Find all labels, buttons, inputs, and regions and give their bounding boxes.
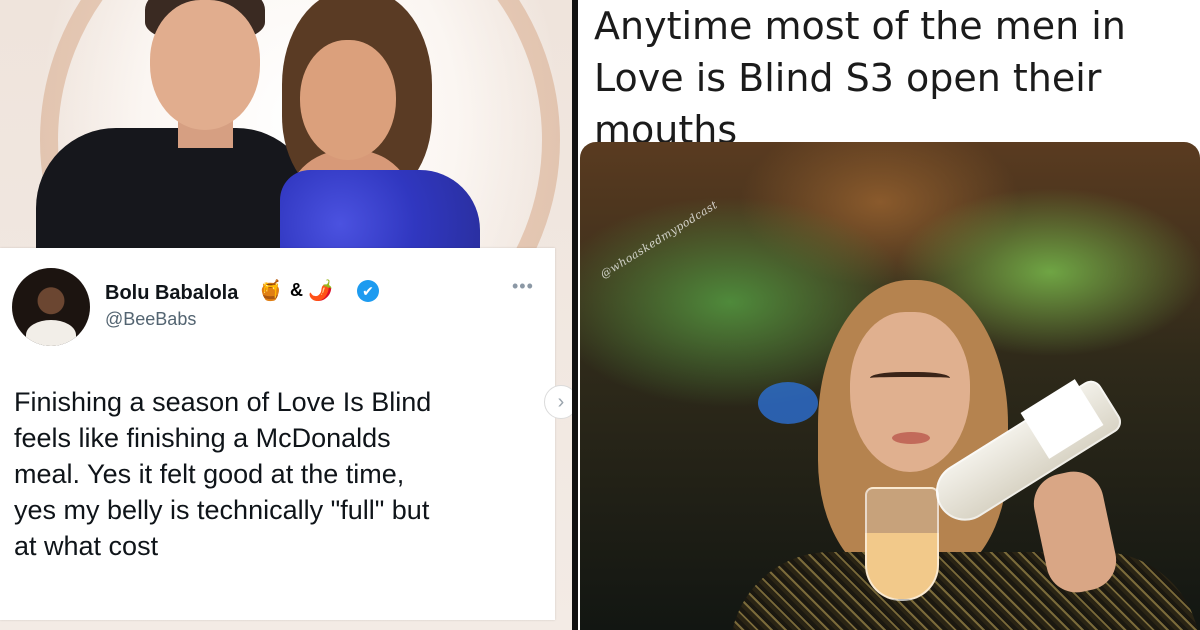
tweet-text: Finishing a season of Love Is Blind feel… <box>14 387 432 561</box>
man-head <box>150 0 260 130</box>
avatar[interactable] <box>12 268 90 346</box>
verified-badge-icon: ✔ <box>357 280 379 302</box>
man-figure <box>36 128 316 258</box>
chili-pepper-icon: 🌶️ <box>308 280 333 302</box>
sequin-dress <box>730 552 1200 630</box>
meme-caption: Anytime most of the men in Love is Blind… <box>594 4 1126 152</box>
watermark-text: @whoaskedmypodcast <box>598 198 720 282</box>
left-meme-panel: Bolu Babalola 🍯 & 🌶️ ✔ @BeeBabs ••• Fini… <box>0 0 572 630</box>
background-blue-light <box>758 382 818 424</box>
woman-face <box>300 40 396 160</box>
ampersand-text: & <box>290 280 303 300</box>
tweet-author-name[interactable]: Bolu Babalola <box>105 282 238 305</box>
tweet-card[interactable]: Bolu Babalola 🍯 & 🌶️ ✔ @BeeBabs ••• Fini… <box>0 248 555 620</box>
tweet-handle[interactable]: @BeeBabs <box>105 309 196 330</box>
woman-face <box>850 312 970 472</box>
honey-pot-icon: 🍯 <box>258 280 283 302</box>
more-options-icon[interactable]: ••• <box>512 276 534 297</box>
right-meme-panel: Anytime most of the men in Love is Blind… <box>578 0 1200 630</box>
woman-lips <box>892 432 930 444</box>
meme-photo: @whoaskedmypodcast <box>580 142 1200 630</box>
wine-glass <box>865 487 939 601</box>
woman-eyes <box>870 372 950 387</box>
blue-feather-dress <box>280 170 480 260</box>
